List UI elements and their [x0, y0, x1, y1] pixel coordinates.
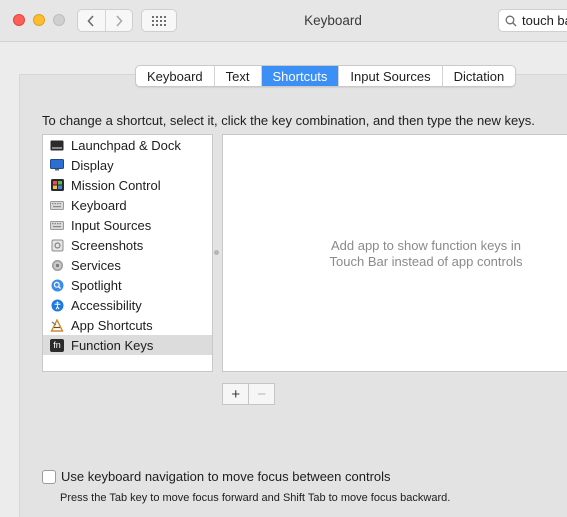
navigation-buttons: [77, 9, 133, 32]
category-label: Screenshots: [71, 237, 144, 253]
category-label: Services: [71, 257, 121, 273]
function-keys-app-list[interactable]: Add app to show function keys in Touch B…: [222, 134, 567, 372]
add-remove-buttons: + −: [222, 383, 275, 405]
tab-keyboard[interactable]: Keyboard: [136, 66, 214, 86]
show-all-button[interactable]: [141, 9, 177, 32]
category-item-keyboard[interactable]: Keyboard: [43, 195, 212, 215]
title-bar: Keyboard touch ba: [0, 0, 567, 42]
shortcut-category-list[interactable]: Launchpad & Dock Display Mission Control…: [42, 134, 213, 372]
chevron-right-icon: [116, 14, 123, 27]
gear-icon: [50, 259, 64, 272]
tab-bar: Keyboard Text Shortcuts Input Sources Di…: [135, 65, 517, 87]
category-label: Spotlight: [71, 277, 122, 293]
split-view-divider[interactable]: [214, 250, 219, 255]
tab-dictation[interactable]: Dictation: [441, 66, 516, 86]
shortcut-instructions: To change a shortcut, select it, click t…: [42, 113, 535, 128]
category-label: Accessibility: [71, 297, 142, 313]
display-icon: [50, 159, 64, 172]
category-label: Launchpad & Dock: [71, 137, 181, 153]
accessibility-icon: [50, 299, 64, 312]
keyboard-icon: [50, 199, 64, 212]
search-field[interactable]: touch ba: [498, 9, 567, 32]
input-sources-icon: [50, 219, 64, 232]
search-input-value[interactable]: touch ba: [522, 13, 567, 28]
zoom-window-button[interactable]: [53, 14, 65, 26]
app-shortcuts-icon: [50, 318, 64, 332]
category-item-display[interactable]: Display: [43, 155, 212, 175]
tab-shortcuts[interactable]: Shortcuts: [260, 66, 339, 86]
fn-icon-text: fn: [53, 339, 61, 350]
category-label: App Shortcuts: [71, 317, 153, 333]
category-label: Function Keys: [71, 337, 154, 353]
tab-input-sources[interactable]: Input Sources: [338, 66, 441, 86]
keyboard-navigation-checkbox[interactable]: [42, 469, 56, 484]
window-title: Keyboard: [304, 13, 362, 28]
spotlight-icon: [50, 279, 64, 292]
category-item-app-shortcuts[interactable]: App Shortcuts: [43, 315, 212, 335]
chevron-left-icon: [87, 14, 95, 27]
minimize-window-button[interactable]: [33, 14, 45, 26]
category-item-function-keys[interactable]: fn Function Keys: [43, 335, 212, 355]
category-item-accessibility[interactable]: Accessibility: [43, 295, 212, 315]
launchpad-dock-icon: [50, 139, 64, 152]
magnifier-icon: [505, 15, 517, 26]
category-item-input-sources[interactable]: Input Sources: [43, 215, 212, 235]
category-label: Display: [71, 157, 114, 173]
close-window-button[interactable]: [13, 14, 25, 26]
category-label: Mission Control: [71, 177, 161, 193]
empty-app-list-message: Add app to show function keys in Touch B…: [329, 238, 523, 269]
tab-text[interactable]: Text: [213, 66, 261, 86]
category-item-mission-control[interactable]: Mission Control: [43, 175, 212, 195]
category-label: Keyboard: [71, 197, 127, 213]
category-item-spotlight[interactable]: Spotlight: [43, 275, 212, 295]
mission-control-icon: [50, 179, 64, 192]
keyboard-navigation-option: Use keyboard navigation to move focus be…: [42, 469, 391, 484]
remove-app-button[interactable]: −: [248, 384, 274, 404]
category-item-launchpad-dock[interactable]: Launchpad & Dock: [43, 135, 212, 155]
back-button[interactable]: [78, 10, 105, 31]
forward-button[interactable]: [104, 10, 132, 31]
category-label: Input Sources: [71, 217, 152, 233]
category-item-services[interactable]: Services: [43, 255, 212, 275]
keyboard-navigation-help: Press the Tab key to move focus forward …: [60, 492, 451, 504]
fn-icon: fn: [50, 338, 64, 352]
category-item-screenshots[interactable]: Screenshots: [43, 235, 212, 255]
keyboard-navigation-label[interactable]: Use keyboard navigation to move focus be…: [61, 469, 391, 484]
keyboard-preferences-window: Keyboard touch ba Keyboard Text Shortcut…: [0, 0, 567, 517]
grid-icon: [151, 15, 166, 26]
add-app-button[interactable]: +: [223, 384, 248, 404]
screenshots-icon: [50, 239, 64, 252]
